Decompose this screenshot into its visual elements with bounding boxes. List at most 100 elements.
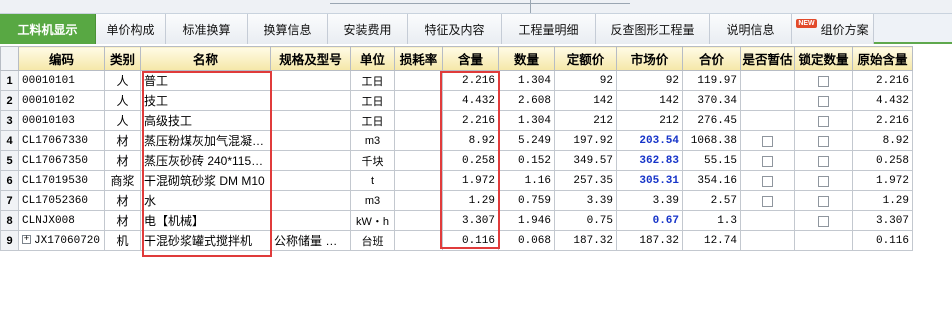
cell-quota-price[interactable]: 187.32	[554, 230, 617, 251]
cell-original-content[interactable]: 0.116	[852, 230, 913, 251]
cell-market-price[interactable]: 305.31	[616, 170, 683, 191]
lock-qty-checkbox[interactable]	[818, 95, 829, 107]
cell-code[interactable]: + JX17060720	[18, 230, 105, 251]
cell-original-content[interactable]: 4.432	[852, 90, 913, 111]
cell-loss[interactable]	[394, 110, 443, 131]
estimated-checkbox[interactable]	[762, 135, 773, 147]
cell-quota-price[interactable]: 142	[554, 90, 617, 111]
cell-quota-price[interactable]: 349.57	[554, 150, 617, 171]
col-header-content[interactable]: 含量	[442, 46, 499, 71]
row-number[interactable]: 2	[0, 90, 19, 111]
cell-type[interactable]: 材	[104, 130, 141, 151]
cell-name[interactable]: 蒸压灰砂砖 240*115…	[140, 150, 271, 171]
tab-quantity-detail[interactable]: 工程量明细	[502, 14, 596, 44]
row-number[interactable]: 6	[0, 170, 19, 191]
cell-unit[interactable]: m3	[350, 190, 395, 211]
lock-qty-checkbox[interactable]	[818, 155, 829, 167]
table-row[interactable]: 2 00010102 人技工 工日 4.432 2.608 142 142 370.34 4.43…	[0, 90, 913, 111]
cell-quantity[interactable]: 0.759	[498, 190, 555, 211]
col-header-estimated[interactable]: 是否暂估	[740, 46, 795, 71]
col-header-spec[interactable]: 规格及型号	[270, 46, 351, 71]
cell-name[interactable]: 普工	[140, 70, 271, 91]
cell-name[interactable]: 技工	[140, 90, 271, 111]
tab-install-fee[interactable]: 安装费用	[328, 14, 408, 44]
table-row[interactable]: 9 + JX17060720 机干混砂浆罐式搅拌机 公称储量 … 台班 0.116 0.068…	[0, 230, 913, 251]
cell-name[interactable]: 蒸压粉煤灰加气混凝…	[140, 130, 271, 151]
cell-quota-price[interactable]: 0.75	[554, 210, 617, 231]
cell-spec[interactable]: 公称储量 …	[270, 230, 351, 251]
cell-code[interactable]: CL17019530	[18, 170, 105, 191]
cell-spec[interactable]	[270, 190, 351, 211]
cell-total[interactable]: 1068.38	[682, 130, 741, 151]
cell-code[interactable]: 00010103	[18, 110, 105, 131]
cell-content[interactable]: 2.216	[442, 110, 499, 131]
col-header-unit[interactable]: 单位	[350, 46, 395, 71]
cell-name[interactable]: 水	[140, 190, 271, 211]
estimated-checkbox[interactable]	[762, 195, 773, 207]
cell-market-price[interactable]: 362.83	[616, 150, 683, 171]
cell-spec[interactable]	[270, 110, 351, 131]
tab-reverse-check[interactable]: 反查图形工程量	[596, 14, 710, 44]
cell-original-content[interactable]: 3.307	[852, 210, 913, 231]
tab-features[interactable]: 特征及内容	[408, 14, 502, 44]
row-number[interactable]: 4	[0, 130, 19, 151]
col-header-total[interactable]: 合价	[682, 46, 741, 71]
cell-unit[interactable]: 工日	[350, 110, 395, 131]
cell-total[interactable]: 1.3	[682, 210, 741, 231]
cell-code[interactable]: CL17067350	[18, 150, 105, 171]
table-row[interactable]: 7 CL17052360 材水 m3 1.29 0.759 3.39 3.39 2.57 1.29	[0, 190, 913, 211]
cell-quantity[interactable]: 1.304	[498, 70, 555, 91]
cell-total[interactable]: 370.34	[682, 90, 741, 111]
cell-content[interactable]: 4.432	[442, 90, 499, 111]
cell-content[interactable]: 1.972	[442, 170, 499, 191]
lock-qty-checkbox[interactable]	[818, 215, 829, 227]
cell-unit[interactable]: 工日	[350, 70, 395, 91]
expand-icon[interactable]: +	[22, 235, 31, 245]
col-header-loss[interactable]: 损耗率	[394, 46, 443, 71]
row-number[interactable]: 1	[0, 70, 19, 91]
cell-content[interactable]: 1.29	[442, 190, 499, 211]
tab-material-display[interactable]: 工料机显示	[0, 14, 96, 44]
cell-type[interactable]: 材	[104, 210, 141, 231]
cell-loss[interactable]	[394, 170, 443, 191]
cell-type[interactable]: 人	[104, 90, 141, 111]
cell-type[interactable]: 材	[104, 190, 141, 211]
cell-code[interactable]: CLNJX008	[18, 210, 105, 231]
estimated-checkbox[interactable]	[762, 175, 773, 187]
cell-code[interactable]: 00010102	[18, 90, 105, 111]
lock-qty-checkbox[interactable]	[818, 75, 829, 87]
row-number[interactable]: 5	[0, 150, 19, 171]
col-header-name[interactable]: 名称	[140, 46, 271, 71]
cell-original-content[interactable]: 0.258	[852, 150, 913, 171]
estimated-checkbox[interactable]	[762, 155, 773, 167]
cell-original-content[interactable]: 2.216	[852, 70, 913, 91]
cell-loss[interactable]	[394, 130, 443, 151]
tab-unit-price[interactable]: 单价构成	[96, 14, 166, 44]
cell-type[interactable]: 材	[104, 150, 141, 171]
table-row[interactable]: 3 00010103 人高级技工 工日 2.216 1.304 212 212 276.45 2.…	[0, 110, 913, 131]
col-header-quota-price[interactable]: 定额价	[554, 46, 617, 71]
cell-quota-price[interactable]: 212	[554, 110, 617, 131]
cell-original-content[interactable]: 2.216	[852, 110, 913, 131]
row-number[interactable]: 3	[0, 110, 19, 131]
cell-quota-price[interactable]: 197.92	[554, 130, 617, 151]
cell-quantity[interactable]: 2.608	[498, 90, 555, 111]
cell-type[interactable]: 人	[104, 110, 141, 131]
cell-code[interactable]: CL17067330	[18, 130, 105, 151]
cell-market-price[interactable]: 0.67	[616, 210, 683, 231]
cell-market-price[interactable]: 187.32	[616, 230, 683, 251]
cell-spec[interactable]	[270, 90, 351, 111]
cell-quota-price[interactable]: 92	[554, 70, 617, 91]
col-header-type[interactable]: 类别	[104, 46, 141, 71]
cell-type[interactable]: 人	[104, 70, 141, 91]
cell-quantity[interactable]: 0.068	[498, 230, 555, 251]
col-header-market-price[interactable]: 市场价	[616, 46, 683, 71]
cell-original-content[interactable]: 1.29	[852, 190, 913, 211]
cell-unit[interactable]: m3	[350, 130, 395, 151]
tab-description[interactable]: 说明信息	[710, 14, 792, 44]
cell-quantity[interactable]: 0.152	[498, 150, 555, 171]
cell-loss[interactable]	[394, 150, 443, 171]
cell-market-price[interactable]: 203.54	[616, 130, 683, 151]
lock-qty-checkbox[interactable]	[818, 115, 829, 127]
table-row[interactable]: 6 CL17019530 商浆 干混砌筑砂浆 DM M10 t 1.972 1.16 257.…	[0, 170, 913, 191]
